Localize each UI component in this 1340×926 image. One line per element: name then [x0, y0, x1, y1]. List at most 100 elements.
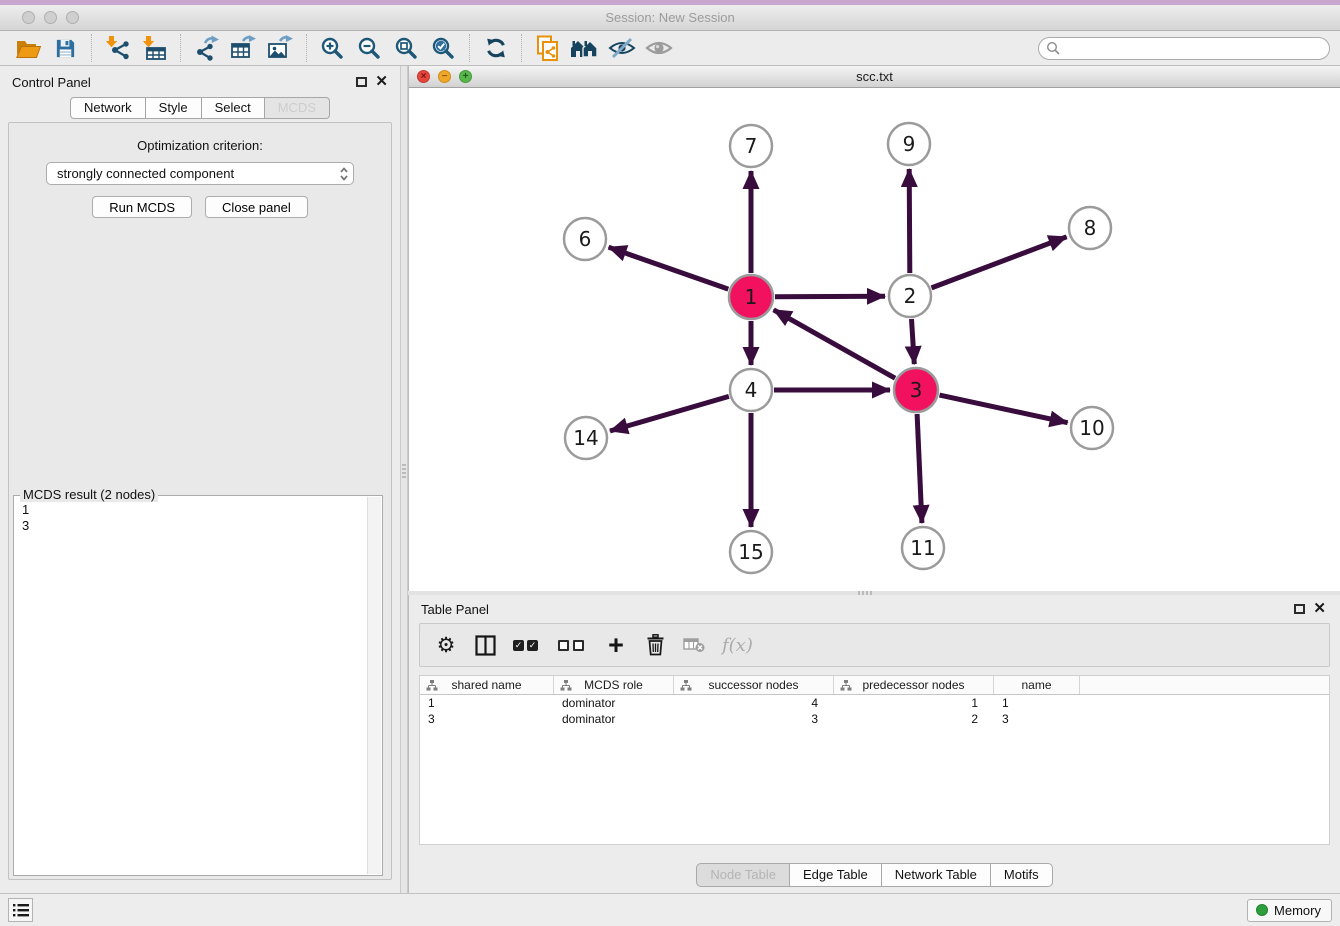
tab-select[interactable]: Select [202, 97, 265, 119]
new-network-from-selection-icon[interactable] [529, 33, 566, 63]
tab-network-table[interactable]: Network Table [882, 863, 991, 887]
graph-edge-2-9[interactable] [909, 169, 910, 273]
control-panel: Control Panel ✕ Network Style Select MCD… [0, 66, 400, 893]
mcds-result-item: 1 [22, 502, 359, 518]
zoom-in-icon[interactable] [314, 33, 351, 63]
graph-edge-2-8[interactable] [932, 237, 1067, 288]
vertical-splitter[interactable] [400, 66, 408, 893]
list-icon [13, 904, 29, 917]
export-network-icon[interactable] [188, 33, 225, 63]
splitter-grip[interactable] [402, 464, 406, 480]
table-row[interactable]: 1 dominator 4 1 1 [420, 695, 1329, 711]
frame-minimize-button[interactable]: − [438, 70, 451, 83]
export-table-icon[interactable] [225, 33, 262, 63]
hide-selected-icon[interactable] [603, 33, 640, 63]
graph-edge-1-2[interactable] [775, 296, 885, 297]
show-all-icon[interactable] [640, 33, 677, 63]
graph-node-label: 14 [573, 426, 598, 450]
zoom-selected-icon[interactable] [425, 33, 462, 63]
cell-shared-name[interactable]: 1 [420, 695, 554, 711]
cell-successor-nodes[interactable]: 4 [674, 695, 834, 711]
table-header-row: shared name MCDS role successor nodes pr… [420, 676, 1329, 695]
frame-close-button[interactable]: × [417, 70, 430, 83]
cell-mcds-role[interactable]: dominator [554, 711, 674, 727]
attribute-icon [680, 680, 692, 691]
graph-node-label: 2 [904, 284, 917, 308]
run-mcds-button[interactable]: Run MCDS [92, 196, 192, 218]
table-panel-title: Table Panel [421, 602, 489, 617]
cell-successor-nodes[interactable]: 3 [674, 711, 834, 727]
graph-node-label: 9 [903, 132, 916, 156]
window-minimize-button[interactable] [44, 11, 57, 24]
toolbar-separator [180, 34, 181, 62]
graph-edge-2-3[interactable] [912, 319, 915, 364]
tab-style[interactable]: Style [146, 97, 202, 119]
graph-node-label: 15 [738, 540, 763, 564]
delete-icon[interactable] [644, 632, 666, 658]
graph-edge-3-1[interactable] [774, 310, 896, 378]
import-network-icon[interactable] [99, 33, 136, 63]
network-view-title: scc.txt [409, 69, 1340, 84]
control-panel-header: Control Panel ✕ [0, 72, 400, 92]
cell-predecessor-nodes[interactable]: 2 [834, 711, 994, 727]
search-field[interactable] [1038, 37, 1330, 60]
first-neighbors-icon[interactable] [566, 33, 603, 63]
tab-mcds[interactable]: MCDS [265, 97, 330, 119]
graph-node-label: 4 [745, 378, 758, 402]
search-input[interactable] [1060, 41, 1329, 56]
tab-edge-table[interactable]: Edge Table [790, 863, 882, 887]
float-panel-icon[interactable] [356, 77, 367, 87]
zoom-fit-icon[interactable] [388, 33, 425, 63]
save-session-icon[interactable] [47, 33, 84, 63]
tab-node-table[interactable]: Node Table [696, 863, 790, 887]
graph-edge-4-14[interactable] [610, 396, 729, 431]
cell-shared-name[interactable]: 3 [420, 711, 554, 727]
cell-name[interactable]: 1 [994, 695, 1080, 711]
cell-mcds-role[interactable]: dominator [554, 695, 674, 711]
table-row[interactable]: 3 dominator 3 2 3 [420, 711, 1329, 727]
graph-node-label: 6 [579, 227, 592, 251]
column-header-shared-name[interactable]: shared name [420, 676, 554, 694]
window-titlebar: Session: New Session [0, 5, 1340, 31]
graph-edge-1-6[interactable] [609, 247, 729, 289]
open-session-icon[interactable] [10, 33, 47, 63]
close-panel-icon[interactable]: ✕ [375, 77, 388, 87]
column-header-predecessor-nodes[interactable]: predecessor nodes [834, 676, 994, 694]
result-scrollbar[interactable] [367, 497, 381, 874]
window-close-button[interactable] [22, 11, 35, 24]
column-header-successor-nodes[interactable]: successor nodes [674, 676, 834, 694]
cell-predecessor-nodes[interactable]: 1 [834, 695, 994, 711]
network-canvas[interactable]: 1234678910111415 [409, 88, 1340, 591]
graph-node-label: 10 [1079, 416, 1104, 440]
network-graph: 1234678910111415 [409, 88, 1340, 591]
mcds-result-group: MCDS result (2 nodes) 1 3 [13, 495, 383, 876]
graph-edge-3-11[interactable] [917, 414, 922, 523]
tab-motifs[interactable]: Motifs [991, 863, 1053, 887]
close-panel-button[interactable]: Close panel [205, 196, 308, 218]
column-header-mcds-role[interactable]: MCDS role [554, 676, 674, 694]
optimization-criterion-select[interactable]: strongly connected component [46, 162, 354, 185]
refresh-icon[interactable] [477, 33, 514, 63]
graph-node-label: 1 [745, 285, 758, 309]
float-panel-icon[interactable] [1294, 604, 1305, 614]
mcds-result-list[interactable]: 1 3 [15, 497, 366, 874]
zoom-out-icon[interactable] [351, 33, 388, 63]
cell-name[interactable]: 3 [994, 711, 1080, 727]
table-settings-icon[interactable]: ⚙ [435, 632, 457, 658]
show-column-icon[interactable] [474, 632, 496, 658]
network-view-frame: × − + scc.txt 1234678910111415 [408, 66, 1340, 591]
deselect-all-icon[interactable] [558, 632, 588, 658]
frame-maximize-button[interactable]: + [459, 70, 472, 83]
memory-button[interactable]: Memory [1247, 899, 1332, 922]
export-image-icon[interactable] [262, 33, 299, 63]
window-zoom-button[interactable] [66, 11, 79, 24]
table-toolbar: ⚙ ✓✓ + f(x) [419, 623, 1330, 667]
tab-network[interactable]: Network [70, 97, 146, 119]
close-panel-icon[interactable]: ✕ [1313, 604, 1326, 614]
import-table-icon[interactable] [136, 33, 173, 63]
select-all-icon[interactable]: ✓✓ [513, 632, 541, 658]
add-column-icon[interactable]: + [605, 632, 627, 658]
graph-edge-3-10[interactable] [940, 395, 1068, 423]
column-header-name[interactable]: name [994, 676, 1080, 694]
task-history-button[interactable] [8, 898, 33, 922]
